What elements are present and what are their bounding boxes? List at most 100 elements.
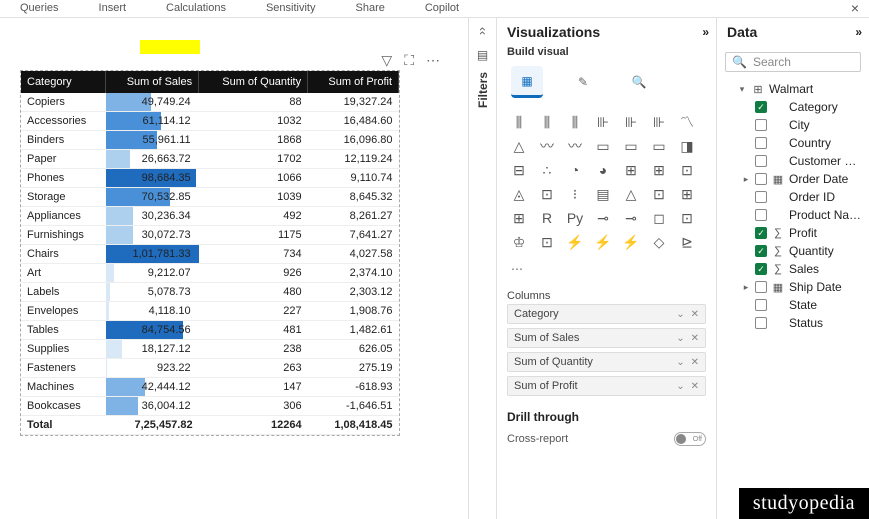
field-row[interactable]: ✓∑Sales: [723, 260, 863, 278]
viz-type-icon[interactable]: ⊡: [649, 186, 669, 202]
viz-type-icon[interactable]: ∴: [537, 162, 557, 178]
viz-more-icon[interactable]: ⋯: [497, 258, 716, 284]
menu-insert[interactable]: Insert: [79, 0, 147, 17]
field-well[interactable]: Category⌄✕: [507, 304, 706, 324]
viz-type-icon[interactable]: ⁝: [565, 186, 585, 202]
field-row[interactable]: ▸▦Order Date: [723, 170, 863, 188]
field-row[interactable]: ▸▦Ship Date: [723, 278, 863, 296]
viz-type-icon[interactable]: ⚡: [593, 234, 613, 250]
viz-type-icon[interactable]: ⫼: [565, 114, 585, 130]
table-row[interactable]: Art9,212.079262,374.10: [21, 264, 399, 283]
remove-icon[interactable]: ✕: [691, 357, 699, 368]
menu-copilot[interactable]: Copilot: [405, 0, 479, 17]
analytics-tab-icon[interactable]: 🔍: [623, 66, 655, 98]
table-row[interactable]: Supplies18,127.12238626.05: [21, 340, 399, 359]
build-tab-icon[interactable]: ▦: [511, 66, 543, 98]
col-quantity[interactable]: Sum of Quantity: [199, 71, 308, 93]
chevron-right-icon[interactable]: ▸: [741, 282, 751, 293]
field-row[interactable]: ✓∑Quantity: [723, 242, 863, 260]
menu-calculations[interactable]: Calculations: [146, 0, 246, 17]
focus-icon[interactable]: ⛶: [404, 52, 414, 69]
field-row[interactable]: ✓Category: [723, 98, 863, 116]
viz-type-icon[interactable]: ⊞: [621, 162, 641, 178]
chevron-down-icon[interactable]: ⌄: [676, 333, 684, 344]
field-row[interactable]: State: [723, 296, 863, 314]
table-row[interactable]: Labels5,078.734802,303.12: [21, 283, 399, 302]
viz-type-icon[interactable]: ⊟: [509, 162, 529, 178]
table-row[interactable]: Fasteners923.22263275.19: [21, 359, 399, 378]
viz-type-icon[interactable]: 〽: [677, 114, 697, 130]
field-checkbox[interactable]: [755, 281, 767, 293]
chevron-down-icon[interactable]: ⌄: [676, 357, 684, 368]
viz-type-icon[interactable]: ⊡: [677, 162, 697, 178]
field-checkbox[interactable]: ✓: [755, 245, 767, 257]
chevron-down-icon[interactable]: ⌄: [676, 309, 684, 320]
chevron-right-icon[interactable]: ▸: [741, 174, 751, 185]
field-row[interactable]: Customer Name: [723, 152, 863, 170]
more-icon[interactable]: ⋯: [426, 52, 440, 69]
viz-type-icon[interactable]: ⊪: [621, 114, 641, 130]
viz-type-icon[interactable]: R: [537, 210, 557, 226]
viz-type-icon[interactable]: ⊞: [649, 162, 669, 178]
matrix-visual[interactable]: Category Sum of Sales Sum of Quantity Su…: [20, 70, 400, 436]
field-row[interactable]: ✓∑Profit: [723, 224, 863, 242]
col-profit[interactable]: Sum of Profit: [308, 71, 399, 93]
table-row[interactable]: Envelopes4,118.102271,908.76: [21, 302, 399, 321]
viz-type-icon[interactable]: ⊸: [593, 210, 613, 226]
filter-icon[interactable]: ▽: [381, 52, 392, 69]
field-checkbox[interactable]: [755, 119, 767, 131]
table-row[interactable]: Bookcases36,004.12306-1,646.51: [21, 397, 399, 416]
viz-type-icon[interactable]: ◔: [565, 162, 585, 178]
report-canvas[interactable]: ▽ ⛶ ⋯ Category Sum of Sales Sum of Quant…: [0, 18, 468, 519]
menu-queries[interactable]: Queries: [0, 0, 79, 17]
field-well[interactable]: Sum of Quantity⌄✕: [507, 352, 706, 372]
viz-type-icon[interactable]: ▭: [593, 138, 613, 154]
format-tab-icon[interactable]: ✎: [567, 66, 599, 98]
field-checkbox[interactable]: ✓: [755, 227, 767, 239]
field-checkbox[interactable]: [755, 209, 767, 221]
viz-type-icon[interactable]: ◻: [649, 210, 669, 226]
viz-type-icon[interactable]: ◕: [593, 162, 613, 178]
cross-report-toggle[interactable]: Off: [674, 432, 706, 446]
field-checkbox[interactable]: [755, 155, 767, 167]
field-row[interactable]: Product Name: [723, 206, 863, 224]
table-row[interactable]: Accessories61,114.12103216,484.60: [21, 112, 399, 131]
viz-type-icon[interactable]: 〰: [565, 138, 585, 154]
viz-type-icon[interactable]: ⊞: [677, 186, 697, 202]
viz-type-icon[interactable]: ♔: [509, 234, 529, 250]
table-row[interactable]: Furnishings30,072.7311757,641.27: [21, 226, 399, 245]
search-input[interactable]: 🔍 Search: [725, 52, 861, 72]
field-row[interactable]: Order ID: [723, 188, 863, 206]
filters-pane-collapsed[interactable]: ‹‹ ▤ Filters: [468, 18, 496, 519]
field-row[interactable]: Status: [723, 314, 863, 332]
table-row[interactable]: Tables84,754.564811,482.61: [21, 321, 399, 340]
field-checkbox[interactable]: [755, 191, 767, 203]
viz-type-icon[interactable]: ⊪: [593, 114, 613, 130]
viz-type-icon[interactable]: ▭: [649, 138, 669, 154]
chevron-down-icon[interactable]: ▾: [737, 84, 747, 95]
viz-type-icon[interactable]: △: [621, 186, 641, 202]
table-row[interactable]: Chairs1,01,781.337344,027.58: [21, 245, 399, 264]
viz-type-icon[interactable]: ◬: [509, 186, 529, 202]
viz-type-icon[interactable]: Py: [565, 210, 585, 226]
viz-type-icon[interactable]: ⊸: [621, 210, 641, 226]
remove-icon[interactable]: ✕: [691, 309, 699, 320]
table-row[interactable]: Binders55,961.11186816,096.80: [21, 131, 399, 150]
viz-type-icon[interactable]: ⊡: [537, 234, 557, 250]
field-checkbox[interactable]: [755, 299, 767, 311]
field-checkbox[interactable]: [755, 137, 767, 149]
viz-type-icon[interactable]: ▭: [621, 138, 641, 154]
field-row[interactable]: Country: [723, 134, 863, 152]
viz-type-icon[interactable]: ⊵: [677, 234, 697, 250]
viz-type-icon[interactable]: ⊞: [509, 210, 529, 226]
viz-type-icon[interactable]: ⊡: [537, 186, 557, 202]
field-well[interactable]: Sum of Sales⌄✕: [507, 328, 706, 348]
viz-type-icon[interactable]: ◇: [649, 234, 669, 250]
field-well[interactable]: Sum of Profit⌄✕: [507, 376, 706, 396]
viz-type-icon[interactable]: ⊡: [677, 210, 697, 226]
viz-type-icon[interactable]: 〰: [537, 138, 557, 154]
collapse-viz-icon[interactable]: »: [702, 25, 706, 39]
table-node[interactable]: ▾ ⊞ Walmart: [723, 80, 863, 98]
expand-filters-icon[interactable]: ‹‹: [476, 27, 490, 35]
field-checkbox[interactable]: ✓: [755, 101, 767, 113]
